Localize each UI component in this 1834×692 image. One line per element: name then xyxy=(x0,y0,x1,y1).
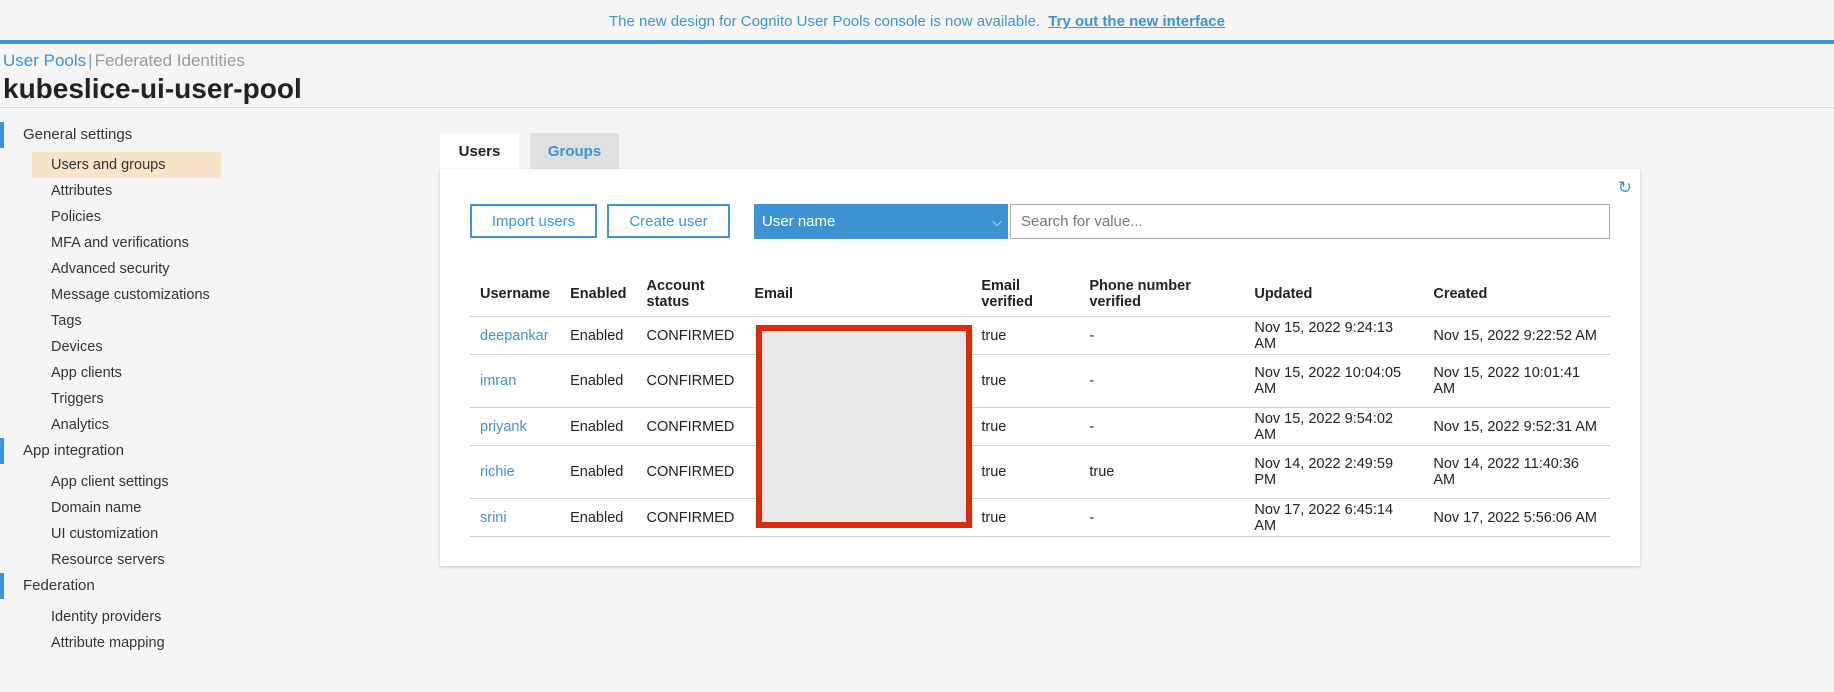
username-link[interactable]: richie xyxy=(480,464,515,480)
sidebar-item-domain-name[interactable]: Domain name xyxy=(0,495,240,521)
enabled-cell: Enabled xyxy=(560,354,637,408)
column-header-created[interactable]: Created xyxy=(1423,271,1610,317)
table-row: richie Enabled CONFIRMED true true Nov 1… xyxy=(470,445,1610,499)
table-row: srini Enabled CONFIRMED true - Nov 17, 2… xyxy=(470,498,1610,537)
phone-verified-cell: - xyxy=(1079,407,1245,446)
sidebar-section-general-settings[interactable]: General settings xyxy=(0,122,240,148)
enabled-cell: Enabled xyxy=(560,407,637,446)
created-cell: Nov 15, 2022 10:01:41 AM xyxy=(1423,354,1610,408)
column-header-account-status[interactable]: Account status xyxy=(636,271,745,317)
sidebar-item-tags[interactable]: Tags xyxy=(0,308,240,334)
email-verified-cell: true xyxy=(971,498,1080,537)
sidebar-section-app-integration[interactable]: App integration xyxy=(0,438,240,464)
users-panel: ↻ Import users Create user User name ⌵ U… xyxy=(440,169,1640,566)
chevron-down-icon: ⌵ xyxy=(992,214,1002,229)
breadcrumb-user-pools[interactable]: User Pools xyxy=(3,51,86,70)
sidebar-item-analytics[interactable]: Analytics xyxy=(0,412,240,438)
title-divider xyxy=(0,107,1834,108)
sidebar-item-mfa-and-verifications[interactable]: MFA and verifications xyxy=(0,230,240,256)
section-marker xyxy=(0,122,4,148)
column-header-phone-verified[interactable]: Phone number verified xyxy=(1079,271,1245,317)
sidebar-item-ui-customization[interactable]: UI customization xyxy=(0,521,240,547)
email-verified-cell: true xyxy=(971,316,1080,355)
sidebar-item-triggers[interactable]: Triggers xyxy=(0,386,240,412)
phone-verified-cell: true xyxy=(1079,445,1245,499)
sidebar-item-message-customizations[interactable]: Message customizations xyxy=(0,282,240,308)
sidebar-item-devices[interactable]: Devices xyxy=(0,334,240,360)
column-header-enabled[interactable]: Enabled xyxy=(560,271,637,317)
sidebar-item-users-and-groups[interactable]: Users and groups xyxy=(32,152,221,178)
create-user-button[interactable]: Create user xyxy=(607,204,730,238)
breadcrumb-federated-identities[interactable]: Federated Identities xyxy=(95,51,245,70)
sidebar-item-advanced-security[interactable]: Advanced security xyxy=(0,256,240,282)
breadcrumb-separator: | xyxy=(88,51,93,70)
email-verified-cell: true xyxy=(971,407,1080,446)
column-header-email-verified[interactable]: Email verified xyxy=(971,271,1080,317)
username-link[interactable]: imran xyxy=(480,373,516,389)
updated-cell: Nov 15, 2022 9:24:13 AM xyxy=(1244,316,1424,355)
email-verified-cell: true xyxy=(971,445,1080,499)
sidebar-item-attribute-mapping[interactable]: Attribute mapping xyxy=(0,630,240,656)
updated-cell: Nov 15, 2022 10:04:05 AM xyxy=(1244,354,1424,408)
enabled-cell: Enabled xyxy=(560,498,637,537)
page-title: kubeslice-ui-user-pool xyxy=(3,73,302,104)
account-status-cell: CONFIRMED xyxy=(636,316,745,355)
sidebar-item-policies[interactable]: Policies xyxy=(0,204,240,230)
table-row: deepankar Enabled CONFIRMED true - Nov 1… xyxy=(470,316,1610,355)
created-cell: Nov 14, 2022 11:40:36 AM xyxy=(1423,445,1610,499)
updated-cell: Nov 15, 2022 9:54:02 AM xyxy=(1244,407,1424,446)
sidebar-item-identity-providers[interactable]: Identity providers xyxy=(0,604,240,630)
refresh-icon[interactable]: ↻ xyxy=(1618,179,1632,196)
sidebar-section-federation[interactable]: Federation xyxy=(0,573,240,599)
tab-groups[interactable]: Groups xyxy=(530,133,619,170)
sidebar-item-resource-servers[interactable]: Resource servers xyxy=(0,547,240,573)
table-header-row: Username Enabled Account status Email Em… xyxy=(470,271,1610,317)
sidebar-item-app-client-settings[interactable]: App client settings xyxy=(0,469,240,495)
column-header-updated[interactable]: Updated xyxy=(1244,271,1424,317)
created-cell: Nov 15, 2022 9:52:31 AM xyxy=(1423,407,1610,446)
column-header-username[interactable]: Username xyxy=(470,271,561,317)
sidebar-item-attributes[interactable]: Attributes xyxy=(0,178,240,204)
search-attribute-select[interactable]: User name ⌵ xyxy=(754,204,1008,239)
table-row: priyank Enabled CONFIRMED true - Nov 15,… xyxy=(470,407,1610,446)
username-link[interactable]: priyank xyxy=(480,419,527,435)
banner-text: The new design for Cognito User Pools co… xyxy=(609,13,1041,30)
updated-cell: Nov 17, 2022 6:45:14 AM xyxy=(1244,498,1424,537)
column-header-email[interactable]: Email xyxy=(744,271,972,317)
sidebar-item-app-clients[interactable]: App clients xyxy=(0,360,240,386)
username-link[interactable]: deepankar xyxy=(480,328,549,344)
section-marker xyxy=(0,573,4,599)
updated-cell: Nov 14, 2022 2:49:59 PM xyxy=(1244,445,1424,499)
username-link[interactable]: srini xyxy=(480,510,507,526)
enabled-cell: Enabled xyxy=(560,445,637,499)
phone-verified-cell: - xyxy=(1079,354,1245,408)
table-row: imran Enabled CONFIRMED true - Nov 15, 2… xyxy=(470,354,1610,408)
import-users-button[interactable]: Import users xyxy=(470,204,597,238)
account-status-cell: CONFIRMED xyxy=(636,445,745,499)
section-marker xyxy=(0,438,4,464)
email-redaction-box xyxy=(756,325,972,528)
created-cell: Nov 15, 2022 9:22:52 AM xyxy=(1423,316,1610,355)
account-status-cell: CONFIRMED xyxy=(636,407,745,446)
phone-verified-cell: - xyxy=(1079,498,1245,537)
account-status-cell: CONFIRMED xyxy=(636,498,745,537)
account-status-cell: CONFIRMED xyxy=(636,354,745,408)
breadcrumb: User Pools | Federated Identities xyxy=(3,51,245,71)
try-new-interface-link[interactable]: Try out the new interface xyxy=(1048,13,1225,30)
sidebar-nav: General settings Users and groups Attrib… xyxy=(0,122,240,656)
phone-verified-cell: - xyxy=(1079,316,1245,355)
users-table: Username Enabled Account status Email Em… xyxy=(470,271,1610,537)
created-cell: Nov 17, 2022 5:56:06 AM xyxy=(1423,498,1610,537)
announcement-banner: The new design for Cognito User Pools co… xyxy=(0,0,1834,44)
search-input[interactable] xyxy=(1010,204,1610,239)
search-attribute-value: User name xyxy=(762,213,836,230)
tab-users[interactable]: Users xyxy=(440,133,519,170)
email-verified-cell: true xyxy=(971,354,1080,408)
enabled-cell: Enabled xyxy=(560,316,637,355)
